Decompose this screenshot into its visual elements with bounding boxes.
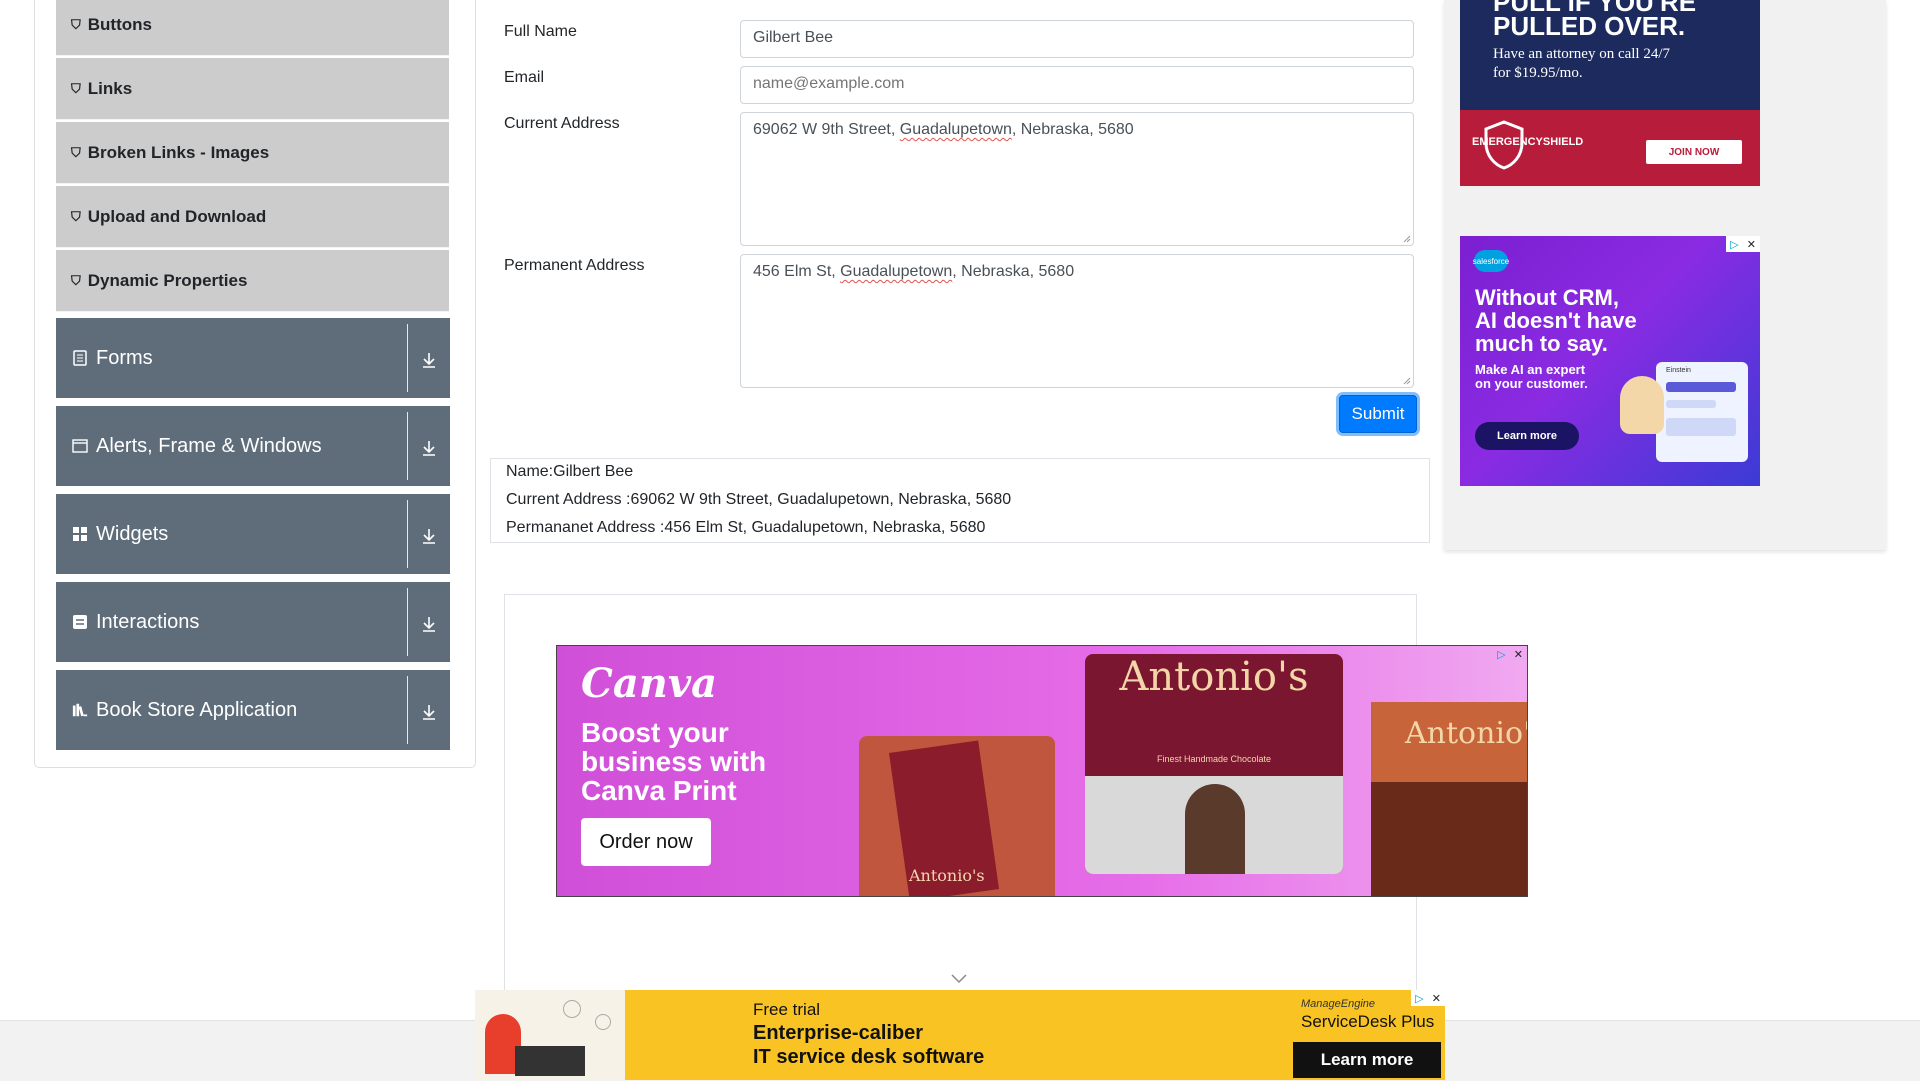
widgets-icon (72, 526, 88, 542)
antonios-product-image: Antonio's Finest Handmade Chocolate (1085, 654, 1343, 874)
sidebar-item-label: Dynamic Properties (87, 270, 248, 290)
divider (407, 588, 408, 656)
group-label: Widgets (96, 522, 169, 545)
html5-icon: ⛉ (71, 144, 81, 160)
order-now-button[interactable]: Order now (581, 818, 711, 866)
ad-line-1: Free trial (753, 1000, 821, 1019)
chat-panel: Einstein (1656, 362, 1748, 462)
email-label: Email (504, 69, 545, 86)
ad-headline: Without CRM, AI doesn't have much to say… (1475, 285, 1637, 356)
ad-brand: EMERGENCYSHIELD (1472, 136, 1584, 148)
ad-line-3: IT service desk software (753, 1046, 985, 1068)
learn-more-button[interactable]: Learn more (1293, 1042, 1441, 1078)
download-arrow-icon[interactable] (417, 348, 441, 372)
group-label: Interactions (96, 610, 200, 633)
email-placeholder: name@example.com (753, 75, 905, 92)
sidebar-item-buttons[interactable]: ⛉ Buttons (56, 0, 449, 56)
full-name-value: Gilbert Bee (753, 29, 834, 46)
current-address-label: Current Address (504, 115, 620, 132)
canva-logo: Canva (581, 660, 717, 707)
output-current-address: Current Address :69062 W 9th Street, Gua… (506, 491, 1012, 508)
ad-choices-icon[interactable]: ▷ ✕ (1493, 646, 1527, 662)
sidebar-group-book-store[interactable]: Book Store Application (56, 670, 450, 750)
canva-ad[interactable]: ▷ ✕ Canva Boost your business with Canva … (556, 645, 1528, 897)
output-name: Name:Gilbert Bee (506, 463, 634, 480)
html5-icon: ⛉ (71, 272, 81, 288)
sidebar-item-upload-download[interactable]: ⛉ Upload and Download (56, 186, 449, 248)
html5-icon: ⛉ (71, 80, 81, 96)
chevron-down-icon[interactable] (950, 972, 968, 990)
salesforce-ad[interactable]: ▷ ✕ salesforce Without CRM, AI doesn't ha… (1460, 236, 1760, 486)
sidebar-group-alerts[interactable]: Alerts, Frame & Windows (56, 406, 450, 486)
download-arrow-icon[interactable] (417, 700, 441, 724)
window-icon (72, 438, 88, 454)
sidebar-item-label: Upload and Download (87, 206, 267, 226)
sidebar-group-forms[interactable]: Forms (56, 318, 450, 398)
chocolate-photo: Antonio's (1371, 702, 1527, 896)
sidebar-item-label: Links (87, 78, 133, 98)
sidebar-item-label: Buttons (87, 14, 152, 34)
resize-handle-icon[interactable] (1403, 377, 1411, 385)
output-permanent-address: Permananet Address :456 Elm St, Guadalup… (506, 519, 986, 536)
download-arrow-icon[interactable] (417, 436, 441, 460)
ad-body: Make AI an expert on your customer. (1475, 362, 1588, 391)
resize-handle-icon[interactable] (1403, 235, 1411, 243)
divider (407, 412, 408, 480)
email-input[interactable]: name@example.com (740, 66, 1414, 104)
salesforce-logo: salesforce (1473, 250, 1509, 272)
html5-icon: ⛉ (71, 208, 81, 224)
group-label: Book Store Application (96, 698, 298, 721)
download-arrow-icon[interactable] (417, 612, 441, 636)
sidebar-item-links[interactable]: ⛉ Links (56, 58, 449, 120)
sidebar-item-broken-links[interactable]: ⛉ Broken Links - Images (56, 122, 449, 184)
download-arrow-icon[interactable] (417, 524, 441, 548)
ad-body: Have an attorney on call 24/7 for $19.95… (1493, 46, 1671, 81)
permanent-address-textarea[interactable]: 456 Elm St, Guadalupetown, Nebraska, 568… (740, 254, 1414, 388)
current-address-text: 69062 W 9th Street, Guadalupetown, Nebra… (753, 121, 1134, 138)
sidebar-group-widgets[interactable]: Widgets (56, 494, 450, 574)
join-now-button[interactable]: JOIN NOW (1646, 140, 1742, 164)
permanent-address-text: 456 Elm St, Guadalupetown, Nebraska, 568… (753, 263, 1075, 280)
sidebar-item-label: Broken Links - Images (87, 142, 270, 162)
mascot-image (1620, 376, 1664, 434)
illustration (475, 990, 625, 1080)
ad-choices-icon[interactable]: ▷ ✕ (1726, 236, 1760, 252)
divider (407, 676, 408, 744)
ad-headline: Boost your business with Canva Print (581, 717, 767, 806)
ad-choices-icon[interactable]: ▷ ✕ (1411, 990, 1445, 1006)
chocolate-product-image: Antonio's (859, 736, 1055, 896)
ad-line-2: Enterprise-caliber (753, 1022, 924, 1044)
full-name-label: Full Name (504, 23, 577, 40)
divider (407, 324, 408, 392)
manageengine-ad[interactable]: ▷ ✕ Free trial Enterprise-caliber IT serv… (475, 990, 1445, 1080)
group-label: Forms (96, 346, 153, 369)
sidebar: ⛉ Buttons ⛉ Links ⛉ Broken Links - Images ⛉… (34, 0, 476, 768)
sidebar-group-interactions[interactable]: Interactions (56, 582, 450, 662)
submit-button[interactable]: Submit (1339, 395, 1417, 433)
output-box: Name:Gilbert Bee Current Address :69062 … (490, 458, 1430, 543)
ad-headline: PULL IF YOU'RE PULLED OVER. (1493, 0, 1697, 41)
servicedesk-logo: ServiceDesk Plus (1301, 1012, 1435, 1031)
right-ad-column: PULL IF YOU'RE PULLED OVER. Have an atto… (1444, 0, 1886, 550)
interactions-icon (72, 614, 88, 630)
manageengine-logo: ManageEngine (1301, 998, 1376, 1010)
divider (407, 500, 408, 568)
ad-footer: EMERGENCYSHIELD JOIN NOW (1460, 110, 1760, 186)
group-label: Alerts, Frame & Windows (96, 434, 322, 457)
emergency-shield-ad[interactable]: PULL IF YOU'RE PULLED OVER. Have an atto… (1460, 0, 1760, 186)
learn-more-button[interactable]: Learn more (1475, 422, 1579, 450)
sidebar-item-dynamic-properties[interactable]: ⛉ Dynamic Properties (56, 250, 449, 312)
form-icon (72, 350, 88, 366)
full-name-input[interactable]: Gilbert Bee (740, 20, 1414, 58)
html5-icon: ⛉ (71, 16, 81, 32)
current-address-textarea[interactable]: 69062 W 9th Street, Guadalupetown, Nebra… (740, 112, 1414, 246)
books-icon (72, 702, 88, 718)
permanent-address-label: Permanent Address (504, 257, 645, 274)
